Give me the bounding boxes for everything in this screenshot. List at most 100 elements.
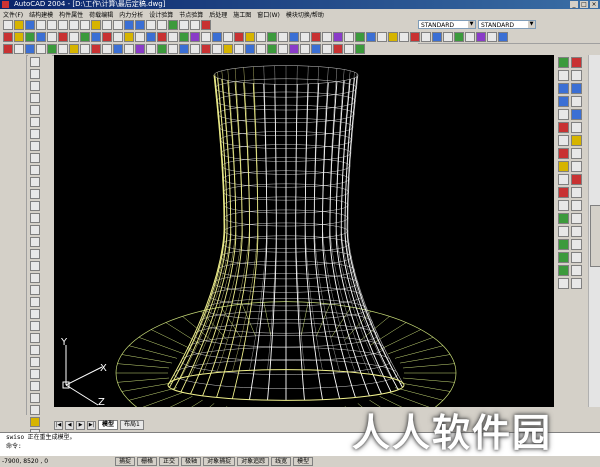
print-preview-icon[interactable] [47, 20, 57, 30]
tool-icon[interactable] [179, 32, 189, 42]
help-icon[interactable] [201, 20, 211, 30]
tool-icon[interactable] [322, 44, 332, 54]
lineweight-toggle[interactable]: 线宽 [271, 457, 292, 466]
tool-icon[interactable] [311, 44, 321, 54]
tool-icon[interactable] [124, 32, 134, 42]
tool-icon[interactable] [410, 32, 420, 42]
polyline-icon[interactable] [30, 81, 40, 91]
tool-icon[interactable] [168, 44, 178, 54]
tool-icon[interactable] [558, 83, 569, 94]
tool-icon[interactable] [465, 32, 475, 42]
tool-icon[interactable] [135, 44, 145, 54]
tool-icon[interactable] [571, 122, 582, 133]
tool-icon[interactable] [432, 32, 442, 42]
hatch-icon[interactable] [30, 213, 40, 223]
zoom-window-icon[interactable] [146, 20, 156, 30]
offset-icon[interactable] [30, 285, 40, 295]
menu-item[interactable]: 节点验算 [176, 10, 206, 19]
rectangle-icon[interactable] [30, 105, 40, 115]
tool-icon[interactable] [558, 200, 569, 211]
tool-icon[interactable] [571, 252, 582, 263]
circle-icon[interactable] [30, 129, 40, 139]
tool-icon[interactable] [558, 265, 569, 276]
tool-icon[interactable] [234, 32, 244, 42]
tool-icon[interactable] [571, 57, 582, 68]
tool-icon[interactable] [476, 32, 486, 42]
tool-icon[interactable] [558, 135, 569, 146]
tool-icon[interactable] [102, 44, 112, 54]
design-center-icon[interactable] [179, 20, 189, 30]
tool-icon[interactable] [322, 32, 332, 42]
tool-icon[interactable] [558, 252, 569, 263]
tool-icon[interactable] [91, 32, 101, 42]
scale-icon[interactable] [30, 333, 40, 343]
tool-icon[interactable] [344, 32, 354, 42]
tool-icon[interactable] [58, 44, 68, 54]
tool-icon[interactable] [571, 200, 582, 211]
tool-icon[interactable] [146, 44, 156, 54]
chevron-down-icon[interactable]: ▼ [528, 21, 535, 28]
layer-on-icon[interactable] [25, 32, 35, 42]
ellipse-icon[interactable] [30, 165, 40, 175]
tool-icon[interactable] [558, 174, 569, 185]
tool-icon[interactable] [333, 32, 343, 42]
array-icon[interactable] [30, 297, 40, 307]
spline-icon[interactable] [30, 153, 40, 163]
ortho-toggle[interactable]: 正交 [159, 457, 180, 466]
open-file-icon[interactable] [14, 20, 24, 30]
menu-item[interactable]: 荷载编辑 [86, 10, 116, 19]
tool-icon[interactable] [300, 44, 310, 54]
tool-icon[interactable] [212, 44, 222, 54]
insert-block-icon[interactable] [30, 177, 40, 187]
tool-icon[interactable] [256, 32, 266, 42]
tool-icon[interactable] [190, 44, 200, 54]
layer-color-icon[interactable] [58, 32, 68, 42]
point-icon[interactable] [30, 201, 40, 211]
close-button[interactable]: × [590, 1, 598, 8]
tool-palettes-icon[interactable] [190, 20, 200, 30]
tool-icon[interactable] [454, 32, 464, 42]
tool-icon[interactable] [344, 44, 354, 54]
tab-layout1[interactable]: 布局1 [120, 420, 144, 430]
tool-icon[interactable] [443, 32, 453, 42]
tool-icon[interactable] [558, 226, 569, 237]
copy-object-icon[interactable] [30, 261, 40, 271]
tool-icon[interactable] [267, 44, 277, 54]
layer-lock-icon[interactable] [47, 32, 57, 42]
tool-icon[interactable] [80, 44, 90, 54]
menu-item[interactable]: 结构建模 [26, 10, 56, 19]
revision-cloud-icon[interactable] [30, 141, 40, 151]
tool-icon[interactable] [571, 135, 582, 146]
tool-icon[interactable] [278, 32, 288, 42]
tool-icon[interactable] [558, 161, 569, 172]
region-icon[interactable] [30, 225, 40, 235]
save-icon[interactable] [25, 20, 35, 30]
tool-icon[interactable] [300, 32, 310, 42]
polar-toggle[interactable]: 极轴 [181, 457, 202, 466]
tool-icon[interactable] [168, 32, 178, 42]
make-block-icon[interactable] [30, 189, 40, 199]
otrack-toggle[interactable]: 对象追踪 [237, 457, 270, 466]
tool-icon[interactable] [487, 32, 497, 42]
stretch-icon[interactable] [30, 345, 40, 355]
tool-icon[interactable] [377, 32, 387, 42]
tool-icon[interactable] [355, 44, 365, 54]
tool-icon[interactable] [289, 44, 299, 54]
tool-icon[interactable] [558, 57, 569, 68]
tool-icon[interactable] [113, 44, 123, 54]
tool-icon[interactable] [571, 265, 582, 276]
new-file-icon[interactable] [3, 20, 13, 30]
tool-icon[interactable] [278, 44, 288, 54]
copy-icon[interactable] [69, 20, 79, 30]
polygon-icon[interactable] [30, 93, 40, 103]
drawing-viewport[interactable]: Y X Z [54, 55, 554, 407]
tool-icon[interactable] [558, 278, 569, 289]
cut-icon[interactable] [58, 20, 68, 30]
tool-icon[interactable] [91, 44, 101, 54]
zoom-previous-icon[interactable] [157, 20, 167, 30]
pan-icon[interactable] [124, 20, 134, 30]
tool-icon[interactable] [245, 32, 255, 42]
tab-last-icon[interactable]: ▶| [87, 420, 96, 430]
dim-style-select[interactable]: STANDARD ▼ [478, 20, 536, 29]
extend-icon[interactable] [30, 369, 40, 379]
